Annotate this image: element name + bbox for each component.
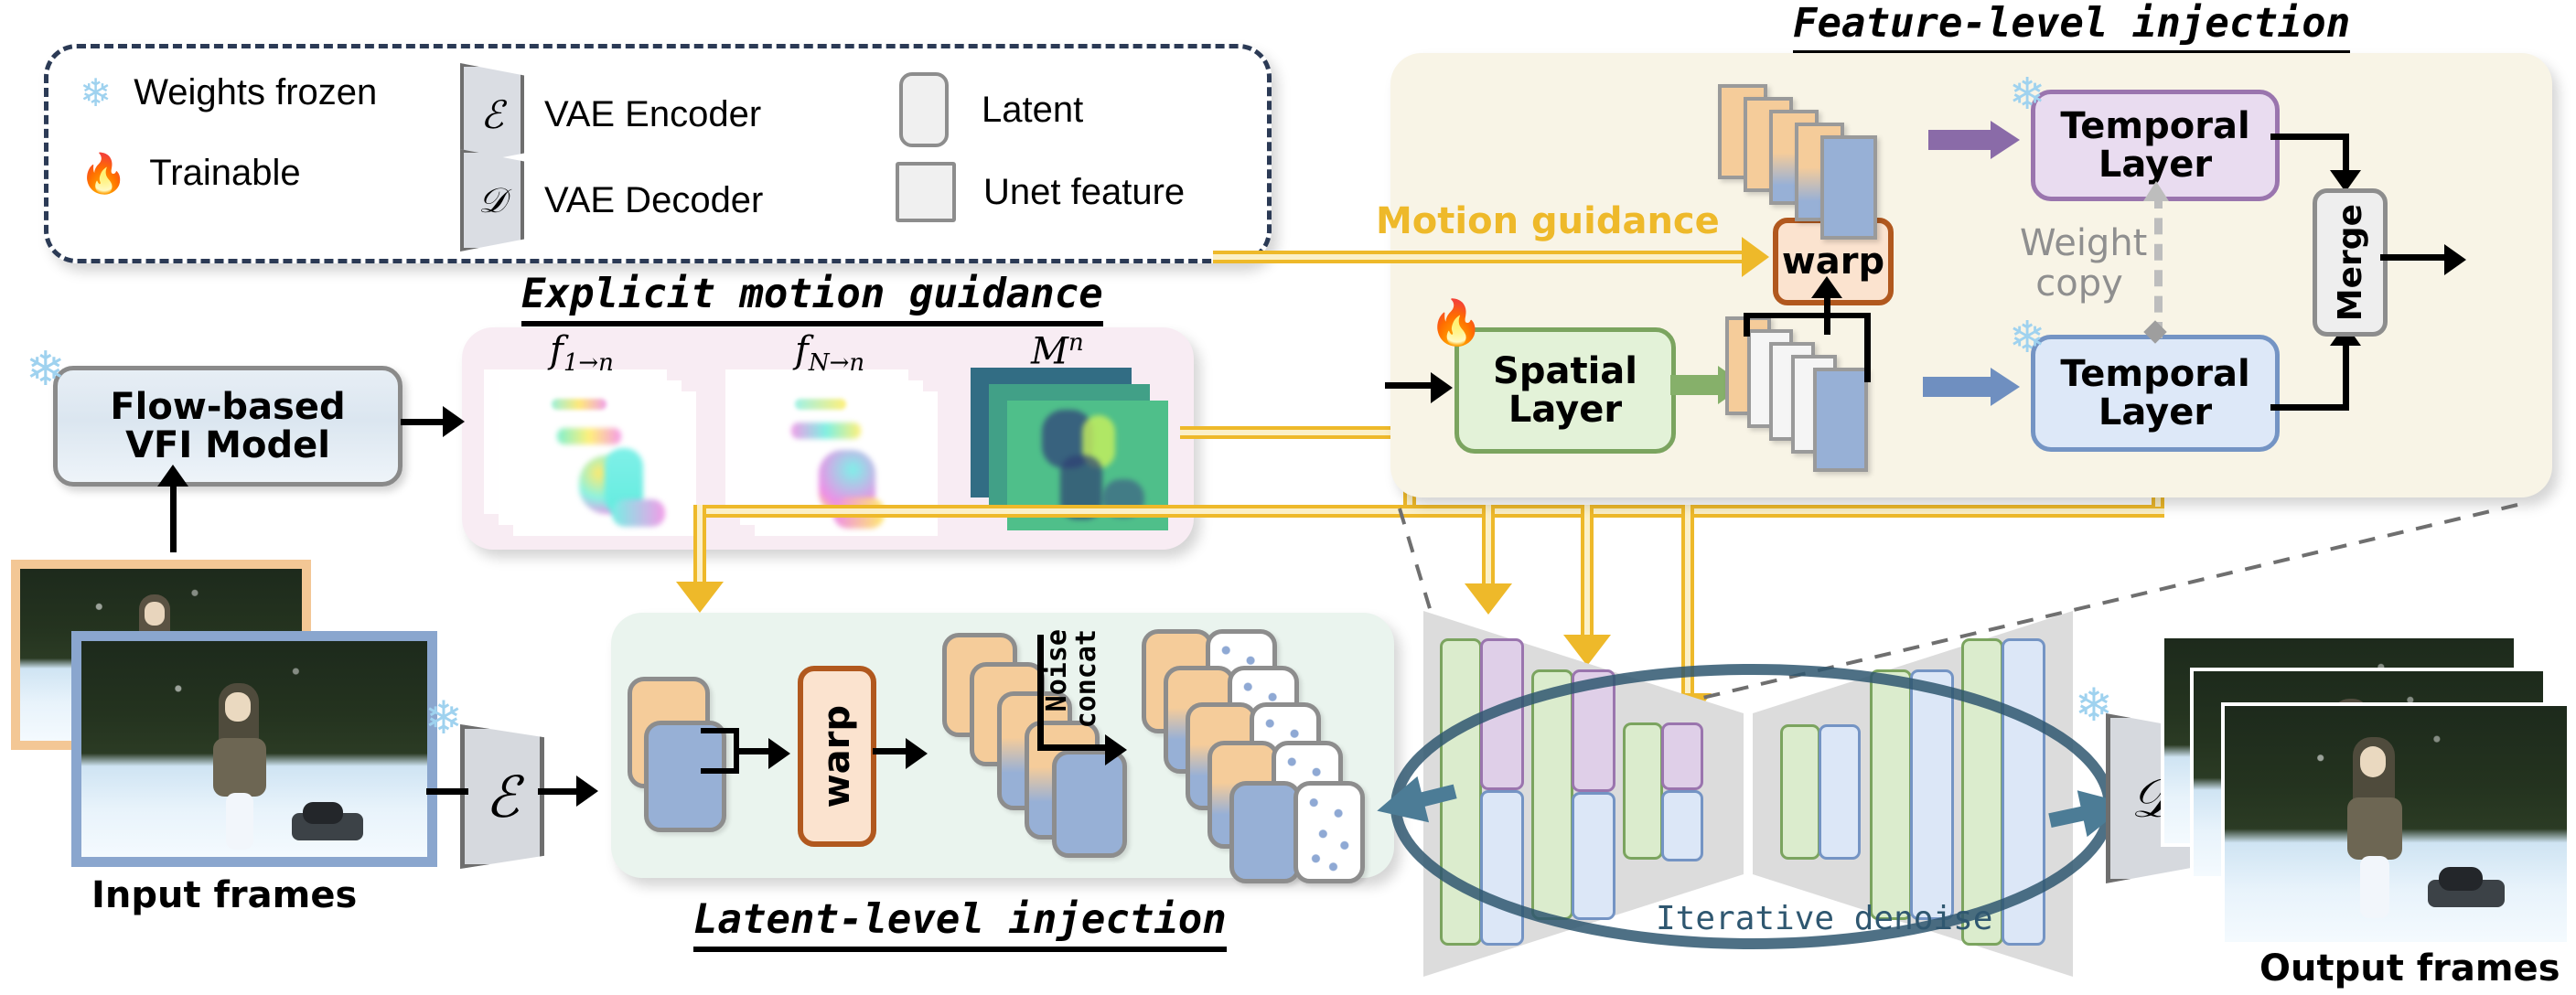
spatial-layer-box[interactable]: Spatial Layer <box>1454 327 1676 454</box>
unet-block-blue-2 <box>1572 792 1615 920</box>
arrow-to-temporal-top-shaft <box>1928 130 1994 150</box>
weight-copy-dashed-line <box>2154 192 2163 338</box>
spatial-feature-sheet-5 <box>1813 368 1868 472</box>
arrow-to-temporal-top-head <box>1991 121 2020 159</box>
snowflake-icon: ❄ <box>424 692 463 744</box>
latent-concat-5 <box>1229 781 1301 883</box>
flow-1n-sheet-1 <box>513 391 696 536</box>
arrow-input-to-vfi-line <box>170 485 177 552</box>
vfi-model-label: Flow-based VFI Model <box>110 386 346 466</box>
arrow-spatial-to-sheets-shaft <box>1670 375 1720 395</box>
unet-block-purple-3 <box>1661 722 1703 790</box>
motion-route-h2 <box>693 505 2164 518</box>
arrow-to-temporal-bottom-head <box>1991 368 2020 406</box>
legend-label-unet-feature: Unet feature <box>983 171 1186 212</box>
output-frames-label: Output frames <box>2259 947 2560 990</box>
noise-concat-label: Noise concat <box>1041 629 1102 729</box>
legend-box: ❄ Weights frozen 🔥 Trainable ℰ VAE Encod… <box>44 44 1272 263</box>
arrow-frames-to-encoder-line <box>426 788 468 795</box>
snowflake-icon: ❄ <box>2009 70 2046 119</box>
legend-label-weights-frozen: Weights frozen <box>134 72 378 112</box>
legend-label-vae-encoder: VAE Encoder <box>544 93 762 134</box>
latent-warp-label: warp <box>816 704 858 808</box>
unet-block-blue-1 <box>1480 790 1524 946</box>
unet-block-green-3 <box>1623 722 1663 860</box>
fire-icon: 🔥 <box>80 151 128 195</box>
unet-block-blue-5 <box>1910 669 1954 920</box>
legend-label-trainable: Trainable <box>149 153 301 193</box>
arrow-encoder-to-latent-line <box>538 788 576 795</box>
motion-guidance-arrow-head <box>1742 237 1769 277</box>
input-frame-front <box>71 631 437 867</box>
vae-encoder-block[interactable]: ℰ <box>460 724 544 869</box>
latent-level-injection-title: Latent-level injection <box>693 896 1227 952</box>
arrow-vfi-to-motion-head <box>443 406 465 437</box>
legend-item-latent: Latent <box>899 72 1083 147</box>
legend-item-vae-decoder: 𝒟 VAE Decoder <box>460 149 763 251</box>
arrow-to-temporal-bottom-shaft <box>1923 377 1994 397</box>
merge-label: Merge <box>2331 203 2369 322</box>
weight-copy-arrow-head <box>2143 181 2169 201</box>
vae-encoder-symbol: ℰ <box>485 763 520 830</box>
unet-block-green-5 <box>1870 669 1912 920</box>
unet-feature-swatch-icon <box>896 162 956 222</box>
temporal-layer-top-label: Temporal Layer <box>2060 105 2250 186</box>
latent-level-injection-panel: warp Noise concat <box>611 613 1394 883</box>
snowflake-icon: ❄ <box>2009 314 2046 362</box>
motion-route-v-latent <box>693 505 706 585</box>
flow-based-vfi-model-box[interactable]: Flow-based VFI Model <box>53 366 402 487</box>
unet-block-purple-2 <box>1572 669 1615 792</box>
unet-block-blue-6 <box>2002 638 2045 946</box>
legend-item-trainable: 🔥 Trainable <box>80 153 301 194</box>
unet-block-green-4 <box>1780 724 1820 860</box>
input-frames-label: Input frames <box>91 874 358 916</box>
unet-block-green-1 <box>1440 638 1482 946</box>
unet-block-blue-3 <box>1661 790 1703 861</box>
weight-copy-label: Weight copy <box>2020 222 2148 305</box>
latent-warped-5 <box>1052 750 1127 858</box>
legend-item-unet-feature: Unet feature <box>896 162 1185 222</box>
snowflake-icon: ❄ <box>80 70 113 114</box>
temporal-layer-bottom-box[interactable]: Temporal Layer <box>2031 335 2280 452</box>
vae-decoder-icon: 𝒟 <box>460 149 524 251</box>
motion-guidance-arrow-line <box>1213 251 1744 263</box>
legend-item-weights-frozen: ❄ Weights frozen <box>80 72 377 113</box>
output-frame-front <box>2221 702 2571 946</box>
warped-feature-sheet-5 <box>1820 135 1877 240</box>
motion-route-arrow-unet1 <box>1465 583 1512 615</box>
arrow-vfi-to-motion-line <box>401 419 443 425</box>
unet-block-green-2 <box>1531 669 1573 920</box>
temporal-layer-bottom-label: Temporal Layer <box>2060 353 2250 433</box>
fire-icon: 🔥 <box>1429 299 1484 348</box>
spatial-layer-label: Spatial Layer <box>1493 350 1637 431</box>
snowflake-icon: ❄ <box>26 343 66 396</box>
latent-warp-box[interactable]: warp <box>798 666 876 847</box>
flow-1n-label: f1→n <box>550 329 614 377</box>
latent-swatch-icon <box>899 72 949 147</box>
arrow-input-to-vfi-head <box>157 465 188 487</box>
feature-level-injection-panel: Motion guidance warp Temporal Layer ❄ Sp… <box>1213 53 2552 498</box>
flow-Nn-label: fN→n <box>795 329 865 377</box>
iterative-denoise-label: Iterative denoise <box>1656 900 1993 937</box>
arrow-encoder-to-latent-head <box>576 776 598 807</box>
explicit-motion-title: Explicit motion guidance <box>521 271 1103 326</box>
motion-route-arrow-latent <box>676 582 724 613</box>
legend-label-latent: Latent <box>982 89 1084 130</box>
unet-block-purple-1 <box>1480 638 1524 790</box>
snowflake-icon: ❄ <box>2075 679 2113 731</box>
motion-guidance-label: Motion guidance <box>1376 200 1720 242</box>
mask-label: Mn <box>1031 329 1084 373</box>
latent-input-blue <box>644 721 726 832</box>
unet-block-blue-4 <box>1819 724 1861 860</box>
legend-label-vae-decoder: VAE Decoder <box>544 179 764 220</box>
motion-route-h1 <box>1180 426 1416 439</box>
motion-route-v-unet1 <box>1482 505 1495 587</box>
merge-box[interactable]: Merge <box>2313 188 2388 337</box>
feature-level-injection-title: Feature-level injection <box>1793 0 2351 56</box>
noise-concat-5 <box>1293 781 1365 883</box>
